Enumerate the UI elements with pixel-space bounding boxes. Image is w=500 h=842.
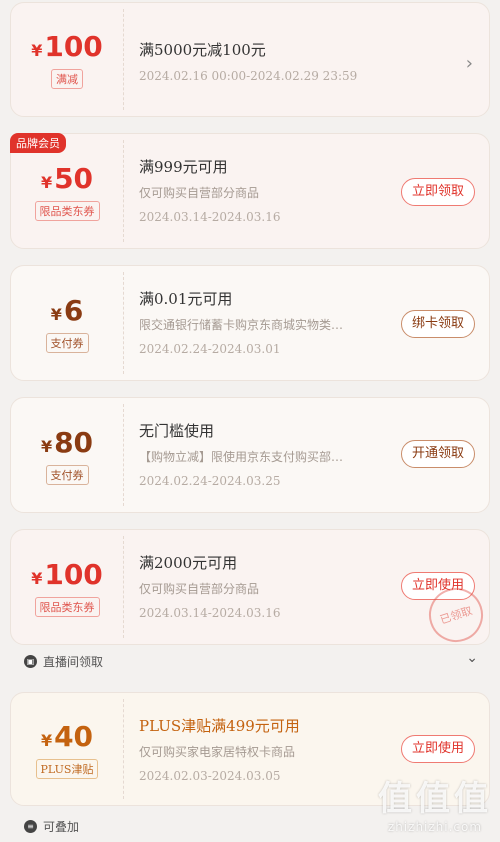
live-claim-row[interactable]: ▣ 直播间领取 <box>24 653 103 670</box>
activate-claim-button[interactable]: 开通领取 <box>400 440 475 468</box>
coupon-type-tag: 满减 <box>51 69 83 89</box>
coupon-amount: ¥50 <box>40 161 94 195</box>
coupon-title: 无门槛使用 <box>139 422 215 440</box>
coupon-amount-area: ¥6 支付券 <box>11 266 123 380</box>
coupon-amount: ¥6 <box>50 293 84 327</box>
divider <box>123 404 124 506</box>
live-claim-label: 直播间领取 <box>43 655 104 669</box>
coupon-card-2[interactable]: ¥50 限品类东券 满999元可用 仅可购买自营部分商品 2024.03.14-… <box>10 133 490 249</box>
coupon-date: 2024.02.16 00:00-2024.02.29 23:59 <box>139 69 358 83</box>
coupon-date: 2024.03.14-2024.03.16 <box>139 210 281 224</box>
coupon-desc: 仅可购买自营部分商品 <box>139 186 260 200</box>
coupon-title: 满999元可用 <box>139 158 228 176</box>
coupon-card-3[interactable]: ¥6 支付券 满0.01元可用 限交通银行储蓄卡购京东商城实物类… 2024.0… <box>10 265 490 381</box>
coupon-type-tag: 支付券 <box>45 332 89 353</box>
coupon-desc: 仅可购买自营部分商品 <box>139 582 260 596</box>
coupon-card-5[interactable]: ¥100 限品类东券 满2000元可用 仅可购买自营部分商品 2024.03.1… <box>10 529 490 645</box>
divider <box>123 272 124 374</box>
coupon-amount: ¥100 <box>31 557 103 591</box>
coupon-date: 2024.03.14-2024.03.16 <box>139 606 281 620</box>
use-now-button[interactable]: 立即使用 <box>400 735 475 763</box>
coupon-date: 2024.02.24-2024.03.01 <box>139 342 281 356</box>
chevron-down-icon[interactable]: ⌄ <box>466 650 478 666</box>
watermark-url: zhizhizhi.com <box>387 820 483 834</box>
claim-button[interactable]: 立即领取 <box>400 178 475 206</box>
coupon-amount-area: ¥80 支付券 <box>11 398 123 512</box>
bind-card-button[interactable]: 绑卡领取 <box>400 310 475 338</box>
coupon-amount-area: ¥100 限品类东券 <box>11 530 123 644</box>
coupon-card-1[interactable]: ¥100 满减 满5000元减100元 2024.02.16 00:00-202… <box>10 2 490 117</box>
coupon-title: PLUS津贴满499元可用 <box>139 717 300 735</box>
coupon-amount: ¥80 <box>40 425 94 459</box>
coupon-amount: ¥40 <box>40 719 94 753</box>
coupon-desc: 限交通银行储蓄卡购京东商城实物类… <box>139 318 344 332</box>
live-icon: ▣ <box>24 655 37 668</box>
coupon-type-tag: 限品类东券 <box>34 596 100 617</box>
coupon-type-tag: PLUS津贴 <box>35 758 99 779</box>
coupon-title: 满0.01元可用 <box>139 290 233 308</box>
coupon-list: ¥100 满减 满5000元减100元 2024.02.16 00:00-202… <box>0 0 500 842</box>
coupon-title: 满5000元减100元 <box>139 41 266 59</box>
watermark-logo: 值值值 <box>378 779 492 819</box>
coupon-amount-area: ¥40 PLUS津贴 <box>11 693 123 805</box>
coupon-amount-area: ¥100 满减 <box>11 3 123 116</box>
brand-member-badge: 品牌会员 <box>10 133 66 153</box>
stack-icon: ≡ <box>24 820 37 833</box>
coupon-card-4[interactable]: ¥80 支付券 无门槛使用 【购物立减】限使用京东支付购买部… 2024.02.… <box>10 397 490 513</box>
divider <box>123 699 124 799</box>
stackable-row: ≡ 可叠加 <box>24 818 79 835</box>
divider <box>123 536 124 638</box>
coupon-date: 2024.02.24-2024.03.25 <box>139 474 281 488</box>
divider <box>123 9 124 110</box>
coupon-type-tag: 限品类东券 <box>34 200 100 221</box>
coupon-amount: ¥100 <box>31 30 103 63</box>
stackable-label: 可叠加 <box>43 820 80 834</box>
coupon-date: 2024.02.03-2024.03.05 <box>139 769 281 783</box>
divider <box>123 140 124 242</box>
coupon-desc: 仅可购买家电家居特权卡商品 <box>139 745 296 759</box>
coupon-desc: 【购物立减】限使用京东支付购买部… <box>139 450 344 464</box>
coupon-title: 满2000元可用 <box>139 554 238 572</box>
watermark: 值值值 zhizhizhi.com <box>378 771 492 834</box>
coupon-type-tag: 支付券 <box>45 464 89 485</box>
chevron-right-icon[interactable]: › <box>466 53 473 74</box>
